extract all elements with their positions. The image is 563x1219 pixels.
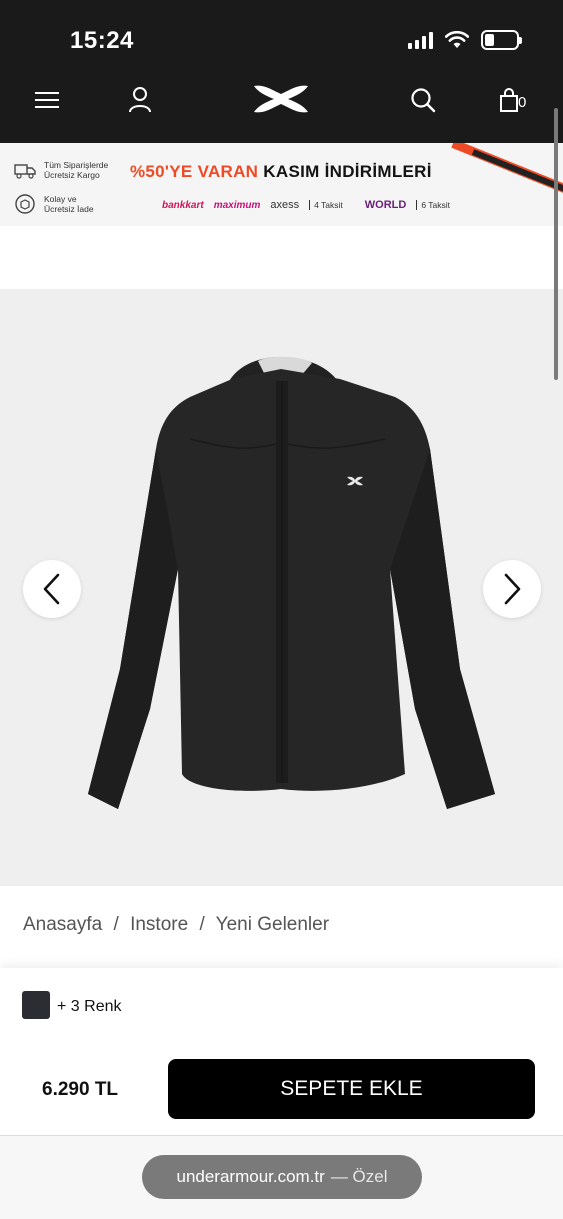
black-rain-jacket-image xyxy=(88,356,495,809)
previous-image-button[interactable] xyxy=(23,560,81,618)
hamburger-menu-icon[interactable] xyxy=(27,84,67,116)
campaign-name: KASIM İNDİRİMLERİ xyxy=(263,162,432,181)
under-armour-logo-icon[interactable] xyxy=(250,82,312,116)
breadcrumb-separator: / xyxy=(199,914,205,935)
wifi-icon xyxy=(445,31,469,48)
campaign-headline: %50'YE VARAN KASIM İNDİRİMLERİ xyxy=(130,162,432,182)
color-swatch[interactable] xyxy=(22,991,50,1019)
spacer xyxy=(0,226,563,289)
breadcrumb-instore[interactable]: Instore xyxy=(130,914,188,935)
cart-count[interactable]: 0 xyxy=(518,94,526,111)
more-colors-label[interactable]: + 3 Renk xyxy=(57,998,121,1016)
next-image-button[interactable] xyxy=(483,560,541,618)
bank-logos: bankkart maximum axess 4 Taksit WORLD 6 … xyxy=(162,199,450,211)
product-price: 6.290 TL xyxy=(42,1079,119,1100)
maximum-logo: maximum xyxy=(213,199,261,211)
browser-bottom-bar: underarmour.com.tr — Özel xyxy=(0,1135,563,1219)
truck-icon xyxy=(14,164,36,179)
battery-icon xyxy=(481,30,522,50)
bankkart-logo: bankkart xyxy=(162,199,204,211)
product-image-carousel[interactable] xyxy=(0,289,563,886)
status-bar: 15:24 xyxy=(0,0,563,70)
free-shipping-info: Tüm Siparişlerde Ücretsiz Kargo xyxy=(14,160,108,180)
page-scrollbar[interactable] xyxy=(554,108,558,380)
chevron-left-icon xyxy=(43,573,60,605)
user-icon[interactable] xyxy=(120,84,160,116)
breadcrumb-new-arrivals[interactable]: Yeni Gelenler xyxy=(216,914,329,935)
decorative-tape xyxy=(443,143,563,203)
promo-banner[interactable]: Tüm Siparişlerde Ücretsiz Kargo Kolay ve… xyxy=(0,143,563,226)
status-icons xyxy=(408,30,522,50)
return-box-icon xyxy=(15,194,35,214)
free-return-info: Kolay ve Ücretsiz İade xyxy=(14,193,94,215)
breadcrumb-home[interactable]: Anasayfa xyxy=(23,914,102,935)
free-shipping-text: Tüm Siparişlerde Ücretsiz Kargo xyxy=(44,160,109,180)
free-return-text: Kolay ve Ücretsiz İade xyxy=(44,194,94,214)
purchase-panel: + 3 Renk 6.290 TL SEPETE EKLE xyxy=(0,968,563,1135)
address-domain: underarmour.com.tr xyxy=(176,1167,325,1186)
chevron-right-icon xyxy=(504,573,521,605)
breadcrumb-separator: / xyxy=(113,914,119,935)
private-mode-label: — Özel xyxy=(330,1167,388,1186)
axess-installments: 4 Taksit xyxy=(309,200,343,210)
status-time: 15:24 xyxy=(70,27,134,54)
site-header: 0 xyxy=(0,70,563,143)
search-icon[interactable] xyxy=(403,84,443,116)
world-installments: 6 Taksit xyxy=(416,200,450,210)
breadcrumb: Anasayfa / Instore / Yeni Gelenler xyxy=(23,914,335,936)
address-bar[interactable]: underarmour.com.tr — Özel xyxy=(142,1155,422,1199)
campaign-discount: %50'YE VARAN xyxy=(130,162,259,181)
cellular-signal-icon xyxy=(408,31,433,49)
world-logo: WORLD xyxy=(364,199,407,211)
add-to-cart-button[interactable]: SEPETE EKLE xyxy=(168,1059,535,1119)
axess-logo: axess xyxy=(270,199,300,211)
